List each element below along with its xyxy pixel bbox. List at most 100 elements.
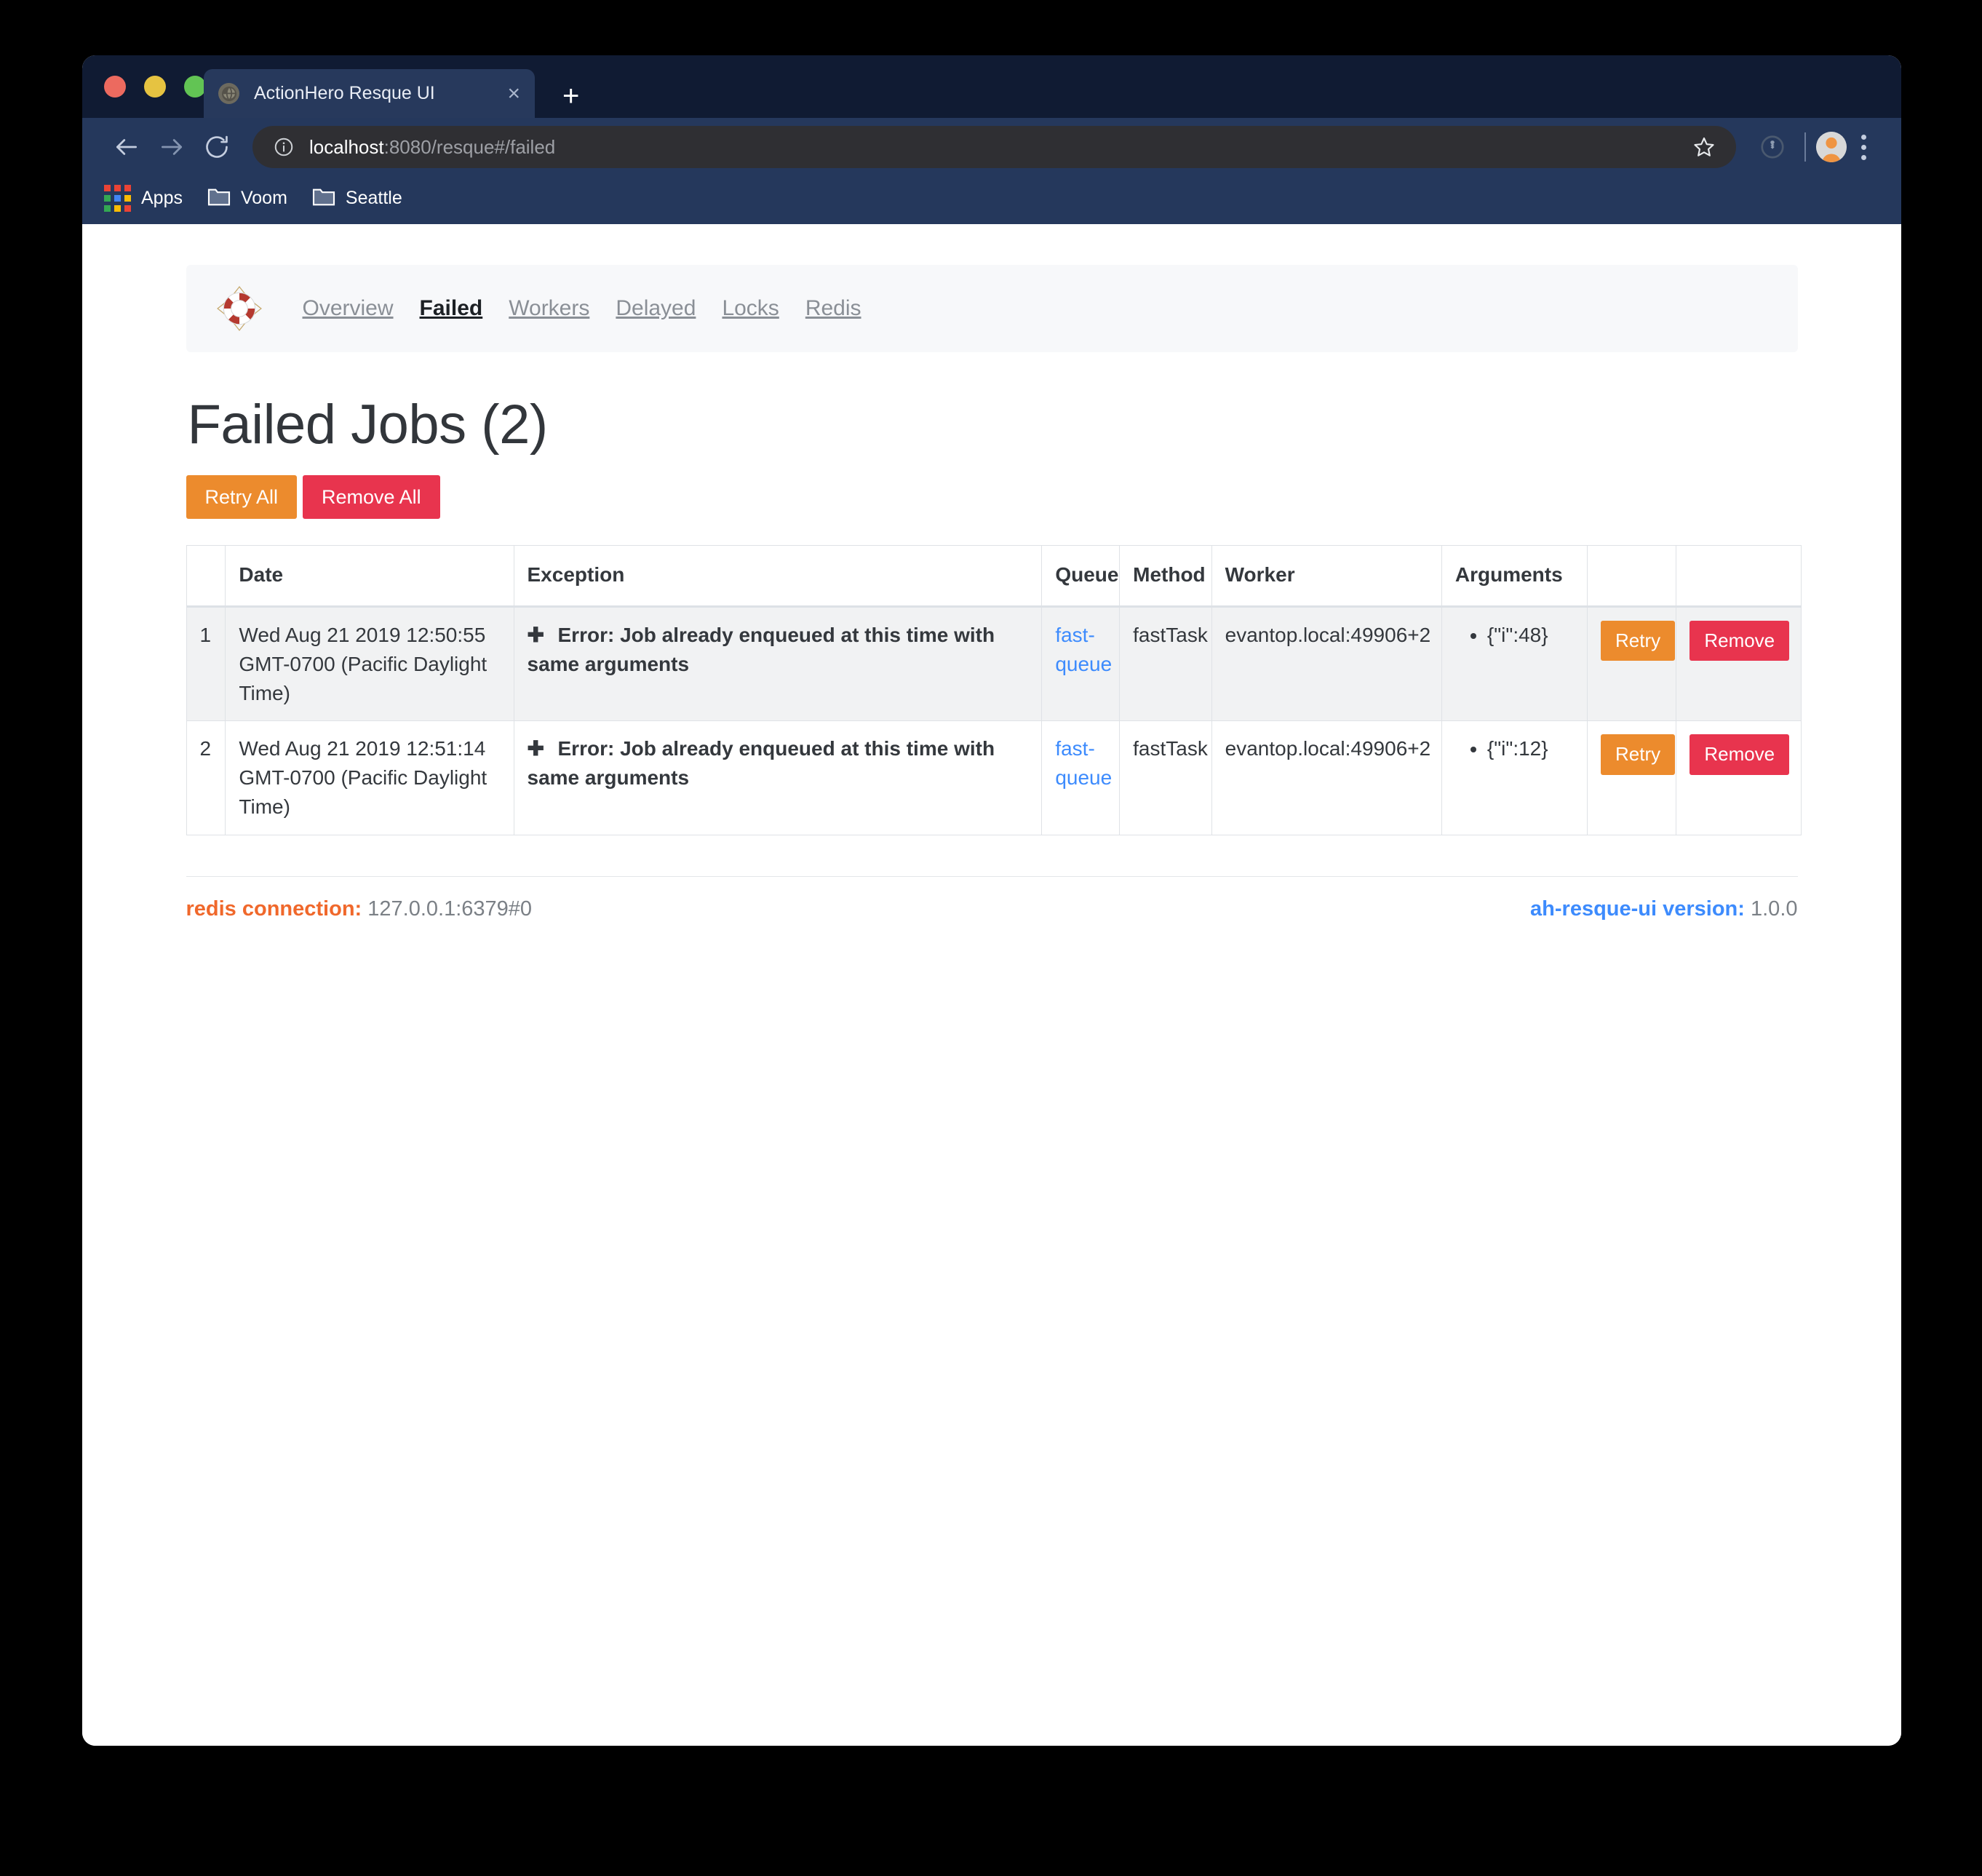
bookmark-label: Seattle — [345, 187, 402, 208]
col-method: Method — [1119, 545, 1212, 608]
address-bar[interactable]: localhost:8080/resque#/failed — [252, 126, 1736, 168]
bookmark-label: Apps — [141, 187, 183, 208]
nav-item-delayed[interactable]: Delayed — [616, 296, 696, 321]
page-viewport: Overview Failed Workers Delayed Locks Re… — [82, 224, 1901, 1746]
app-nav-links: Overview Failed Workers Delayed Locks Re… — [303, 296, 888, 321]
table-header-row: Date Exception Queue Method Worker Argum… — [186, 545, 1802, 608]
close-icon[interactable]: × — [497, 82, 520, 105]
col-retry — [1586, 545, 1677, 608]
plus-icon[interactable]: ✚ — [528, 734, 546, 763]
extension-1password-icon[interactable] — [1751, 134, 1794, 160]
row-remove-cell: Remove — [1676, 720, 1802, 835]
arguments-list: {"i":48} — [1455, 621, 1574, 650]
remove-all-button[interactable]: Remove All — [303, 475, 440, 520]
col-remove — [1676, 545, 1802, 608]
row-worker: evantop.local:49906+2 — [1211, 606, 1442, 722]
maximize-window-button[interactable] — [184, 76, 206, 98]
redis-connection-label: redis connection: — [186, 897, 362, 921]
forward-button[interactable] — [149, 124, 194, 170]
row-date: Wed Aug 21 2019 12:51:14 GMT-0700 (Pacif… — [225, 720, 514, 835]
row-queue: fast-queue — [1041, 606, 1121, 722]
row-queue: fast-queue — [1041, 720, 1121, 835]
avatar[interactable] — [1816, 132, 1847, 162]
bulk-actions: Retry All Remove All — [186, 475, 1798, 520]
nav-item-redis[interactable]: Redis — [805, 296, 861, 321]
queue-link[interactable]: fast-queue — [1055, 737, 1112, 789]
bookmark-apps[interactable]: Apps — [104, 184, 183, 212]
star-icon[interactable] — [1692, 135, 1716, 159]
queue-link[interactable]: fast-queue — [1055, 624, 1112, 675]
globe-icon — [218, 83, 239, 104]
row-retry-cell: Retry — [1586, 720, 1677, 835]
address-bar-url: localhost:8080/resque#/failed — [309, 136, 555, 159]
plus-icon[interactable]: ✚ — [528, 621, 546, 650]
apps-grid-icon — [104, 184, 131, 212]
page-title: Failed Jobs (2) — [187, 394, 549, 456]
row-arguments: {"i":12} — [1441, 720, 1588, 835]
nav-item-workers[interactable]: Workers — [509, 296, 589, 321]
page-footer: redis connection: 127.0.0.1:6379#0 ah-re… — [186, 877, 1798, 921]
info-circle-icon[interactable] — [273, 136, 295, 158]
bookmark-seattle[interactable]: Seattle — [312, 186, 402, 210]
col-arguments: Arguments — [1441, 545, 1588, 608]
row-index: 2 — [186, 720, 226, 835]
reload-button[interactable] — [194, 124, 239, 170]
col-index — [186, 545, 226, 608]
argument-item: {"i":12} — [1487, 734, 1574, 763]
bookmarks-bar: Apps Voom Seattle — [82, 176, 1901, 224]
redis-connection-info: redis connection: 127.0.0.1:6379#0 — [186, 897, 533, 921]
toolbar-divider — [1804, 132, 1806, 162]
col-worker: Worker — [1211, 545, 1442, 608]
remove-button[interactable]: Remove — [1690, 734, 1790, 775]
back-button[interactable] — [104, 124, 149, 170]
browser-toolbar: localhost:8080/resque#/failed — [82, 118, 1901, 176]
bookmark-label: Voom — [240, 187, 287, 208]
row-index: 1 — [186, 606, 226, 722]
row-exception-text: Error: Job already enqueued at this time… — [527, 737, 995, 790]
nav-item-failed[interactable]: Failed — [420, 296, 483, 321]
version-info: ah-resque-ui version: 1.0.0 — [1530, 897, 1797, 921]
col-exception: Exception — [513, 545, 1043, 608]
redis-connection-value: 127.0.0.1:6379#0 — [367, 897, 533, 921]
col-queue: Queue — [1041, 545, 1121, 608]
col-date: Date — [225, 545, 514, 608]
window-traffic-lights — [104, 76, 206, 98]
folder-icon — [207, 186, 231, 210]
minimize-window-button[interactable] — [144, 76, 166, 98]
row-retry-cell: Retry — [1586, 606, 1677, 722]
browser-menu-button[interactable] — [1847, 134, 1879, 160]
bookmark-voom[interactable]: Voom — [207, 186, 287, 210]
row-worker: evantop.local:49906+2 — [1211, 720, 1442, 835]
app-navbar: Overview Failed Workers Delayed Locks Re… — [186, 265, 1798, 352]
nav-item-locks[interactable]: Locks — [722, 296, 779, 321]
row-exception[interactable]: ✚ Error: Job already enqueued at this tim… — [513, 606, 1043, 722]
row-remove-cell: Remove — [1676, 606, 1802, 722]
row-exception[interactable]: ✚ Error: Job already enqueued at this tim… — [513, 720, 1043, 835]
retry-button[interactable]: Retry — [1600, 621, 1676, 661]
row-arguments: {"i":48} — [1441, 606, 1588, 722]
browser-window: ActionHero Resque UI × + localhost:8080/… — [82, 55, 1901, 1746]
row-exception-text: Error: Job already enqueued at this time… — [527, 624, 995, 675]
failed-jobs-table: Date Exception Queue Method Worker Argum… — [186, 545, 1802, 835]
tab-title: ActionHero Resque UI — [254, 83, 435, 103]
browser-tabstrip: ActionHero Resque UI × + — [82, 55, 1901, 118]
life-ring-icon[interactable] — [215, 285, 263, 333]
row-method: fastTask — [1119, 720, 1212, 835]
retry-all-button[interactable]: Retry All — [186, 475, 298, 520]
new-tab-button[interactable]: + — [562, 82, 579, 111]
row-date: Wed Aug 21 2019 12:50:55 GMT-0700 (Pacif… — [225, 606, 514, 722]
page-container: Overview Failed Workers Delayed Locks Re… — [186, 224, 1802, 921]
retry-button[interactable]: Retry — [1600, 734, 1676, 775]
arguments-list: {"i":12} — [1455, 734, 1574, 763]
version-value: 1.0.0 — [1751, 897, 1798, 921]
table-row: 2 Wed Aug 21 2019 12:51:14 GMT-0700 (Pac… — [186, 720, 1802, 835]
version-label: ah-resque-ui version: — [1530, 897, 1745, 921]
table-row: 1 Wed Aug 21 2019 12:50:55 GMT-0700 (Pac… — [186, 606, 1802, 722]
close-window-button[interactable] — [104, 76, 126, 98]
url-path: :8080/resque#/failed — [383, 135, 556, 158]
row-method: fastTask — [1119, 606, 1212, 722]
remove-button[interactable]: Remove — [1690, 621, 1790, 661]
nav-item-overview[interactable]: Overview — [303, 296, 394, 321]
browser-tab[interactable]: ActionHero Resque UI × — [204, 69, 535, 118]
argument-item: {"i":48} — [1487, 621, 1574, 650]
